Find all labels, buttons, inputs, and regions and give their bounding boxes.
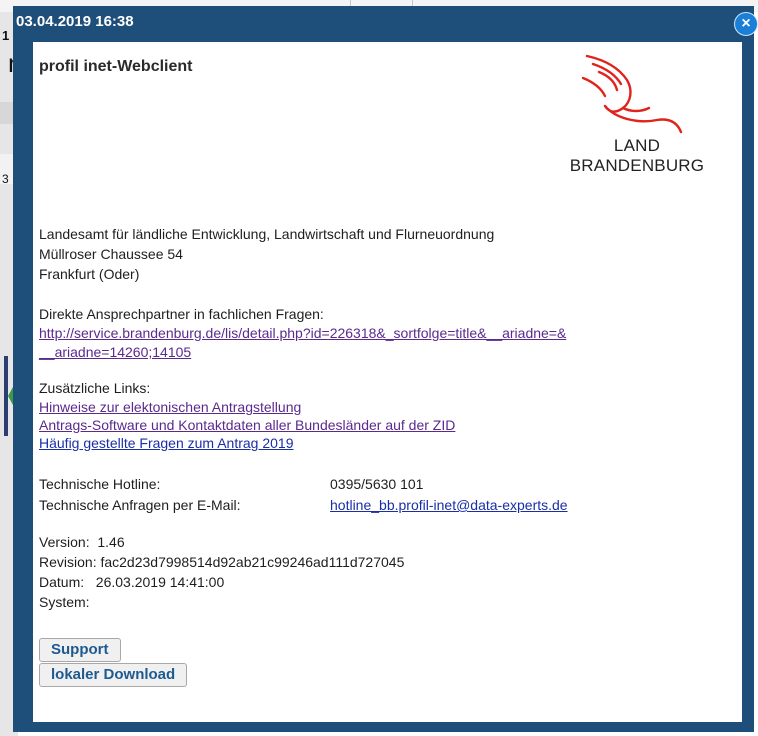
link-item[interactable]: Hinweise zur elektonischen Antragstellun…	[39, 397, 301, 417]
dialog-content: profil inet-Webclient LAND BRANDENBURG L…	[33, 42, 742, 722]
datum-line: Datum: 26.03.2019 14:41:00	[39, 574, 225, 590]
contact-url-line-2[interactable]: __ariadne=14260;14105	[39, 344, 191, 360]
local-download-button[interactable]: lokaler Download	[39, 663, 188, 687]
contact-url-line-1[interactable]: http://service.brandenburg.de/lis/detail…	[39, 325, 566, 341]
email-label: Technische Anfragen per E-Mail:	[39, 497, 241, 513]
info-dialog: 03.04.2019 16:38 × profil inet-Webclient…	[13, 6, 758, 732]
email-link-wrap[interactable]: hotline_bb.profil-inet@data-experts.de	[330, 495, 568, 515]
land-brandenburg-logo: LAND BRANDENBURG	[557, 46, 717, 176]
close-icon[interactable]: ×	[734, 12, 758, 36]
link-faq[interactable]: Häufig gestellte Fragen zum Antrag 2019	[39, 435, 294, 451]
background-text: 1	[2, 28, 10, 43]
link-item[interactable]: Häufig gestellte Fragen zum Antrag 2019	[39, 433, 294, 453]
hotline-label: Technische Hotline:	[39, 476, 161, 492]
address-line-3: Frankfurt (Oder)	[39, 266, 140, 282]
link-antrags-software[interactable]: Antrags-Software und Kontaktdaten aller …	[39, 417, 455, 433]
dialog-title: 03.04.2019 16:38	[16, 13, 134, 30]
contact-label: Direkte Ansprechpartner in fachlichen Fr…	[39, 306, 324, 322]
version-line: Version: 1.46	[39, 534, 125, 550]
link-item[interactable]: Antrags-Software und Kontaktdaten aller …	[39, 415, 455, 435]
system-line: System:	[39, 594, 90, 610]
eagle-icon	[581, 54, 683, 134]
revision-line: Revision: fac2d23d7998514d92ab21c99246ad…	[39, 554, 405, 570]
contact-link-cont[interactable]: __ariadne=14260;14105	[39, 342, 191, 362]
contact-link[interactable]: http://service.brandenburg.de/lis/detail…	[39, 323, 566, 343]
logo-text-land: LAND	[613, 136, 661, 155]
background-text: 3	[2, 172, 9, 186]
link-hinweise[interactable]: Hinweise zur elektonischen Antragstellun…	[39, 399, 301, 415]
app-name: profil inet-Webclient	[39, 58, 193, 75]
support-button[interactable]: Support	[39, 638, 121, 662]
logo-text-brandenburg: BRANDENBURG	[569, 156, 705, 175]
hotline-email-link[interactable]: hotline_bb.profil-inet@data-experts.de	[330, 497, 568, 513]
hotline-phone: 0395/5630 101	[330, 476, 424, 492]
links-label: Zusätzliche Links:	[39, 380, 151, 396]
address-line-2: Müllroser Chaussee 54	[39, 246, 183, 262]
address-line-1: Landesamt für ländliche Entwicklung, Lan…	[39, 226, 495, 242]
